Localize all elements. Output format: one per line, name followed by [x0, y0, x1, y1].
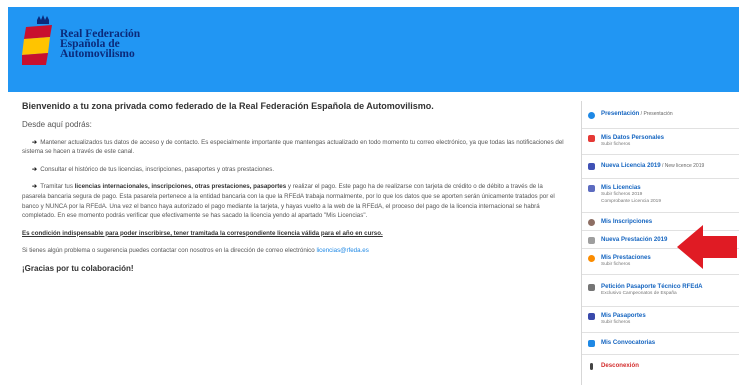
brand-name: Real Federación Española de Automovilism… — [60, 28, 140, 60]
sidebar-item-sub: Comprobante Licencia 2019 — [601, 198, 662, 204]
header-banner: Real Federación Española de Automovilism… — [8, 7, 739, 92]
sidebar-item-extra: / New licence 2019 — [660, 163, 705, 169]
thanks-message: ¡Gracias por tu colaboración! — [22, 263, 134, 273]
bullet-text: Mantener actualizados tus datos de acces… — [22, 138, 564, 156]
sidebar-item-label: Nueva Licencia 2019 — [601, 162, 661, 169]
megaphone-icon — [588, 340, 595, 347]
arrow-right-icon: ➔ — [32, 183, 38, 191]
arrow-right-icon: ➔ — [32, 138, 38, 146]
license-card-icon — [588, 163, 595, 170]
sidebar-item-extra: / Presentación — [639, 111, 673, 117]
sidebar-item-label: Petición Pasaporte Técnico RFEdA — [601, 283, 703, 290]
sidebar-item-mis-convocatorias[interactable]: Mis Convocatorias — [582, 333, 739, 355]
sidebar-item-pasaporte-tecnico[interactable]: Petición Pasaporte Técnico RFEdA Exclusi… — [582, 275, 739, 307]
sidebar-item-nueva-licencia[interactable]: Nueva Licencia 2019 / New licence 2019 — [582, 155, 739, 179]
sidebar-item-presentacion[interactable]: Presentación / Presentación — [582, 101, 739, 129]
bullet-contact-data: ➔ Mantener actualizados tus datos de acce… — [22, 138, 567, 157]
spain-flag-icon — [22, 25, 52, 65]
user-icon — [588, 135, 595, 142]
contact-email-link[interactable]: licencias@rfeda.es — [316, 247, 368, 254]
page-title: Bienvenido a tu zona privada como federa… — [22, 101, 434, 111]
sidebar-item-label: Mis Datos Personales — [601, 134, 664, 141]
red-arrow-pointer-icon — [677, 225, 737, 269]
wrench-icon — [588, 284, 595, 291]
sidebar-item-sub: Subir ficheros — [601, 320, 631, 325]
sidebar-item-label: Mis Licencias — [601, 184, 641, 191]
sidebar-item-label: Presentación — [601, 110, 640, 117]
helmet-icon — [588, 219, 595, 226]
contact-note: Si tienes algún problema o sugerencia pu… — [22, 246, 567, 256]
intro-text: Desde aquí podrás: — [22, 120, 92, 129]
sidebar-item-datos-personales[interactable]: Mis Datos Personales Subir ficheros — [582, 129, 739, 155]
license-condition: Es condición indispensable para poder in… — [22, 229, 383, 237]
bullet-payments: ➔ Tramitar tus licencias internacionales,… — [22, 182, 567, 220]
bullet-history: ➔ Consultar el histórico de tus licencias… — [22, 165, 567, 175]
sidebar-item-label: Desconexión — [601, 362, 639, 369]
sidebar-item-mis-pasaportes[interactable]: Mis Pasaportes Subir ficheros — [582, 307, 739, 333]
crown-icon — [37, 15, 49, 24]
sidebar-item-sub: Subir ficheros — [601, 142, 631, 147]
sidebar-item-label: Mis Pasaportes — [601, 312, 646, 319]
power-icon — [590, 363, 593, 370]
sidebar-item-sub: Exclusivo Campeonatos de España — [601, 291, 677, 296]
welcome-content: Bienvenido a tu zona privada como federa… — [22, 101, 567, 282]
rfeda-logo[interactable]: Real Federación Española de Automovilism… — [22, 15, 140, 67]
passport-icon — [588, 313, 595, 320]
id-card-icon — [588, 185, 595, 192]
arrow-right-icon: ➔ — [32, 165, 38, 173]
contact-text: Si tienes algún problema o sugerencia pu… — [22, 247, 317, 255]
sidebar-item-mis-licencias[interactable]: Mis Licencias Subir ficheros 2019 Compro… — [582, 179, 739, 213]
sidebar-item-label: Mis Convocatorias — [601, 339, 656, 346]
document-icon — [588, 237, 595, 244]
sidebar-item-desconexion[interactable]: Desconexión — [582, 355, 739, 379]
bullet-bold-text: licencias internacionales, inscripciones… — [74, 183, 287, 191]
brand-line-3: Automovilismo — [60, 48, 135, 60]
globe-icon — [588, 112, 595, 119]
coin-icon — [588, 255, 595, 262]
bullet-text: Consultar el histórico de tus licencias,… — [40, 165, 275, 173]
bullet-text: Tramitar tus — [40, 183, 75, 191]
